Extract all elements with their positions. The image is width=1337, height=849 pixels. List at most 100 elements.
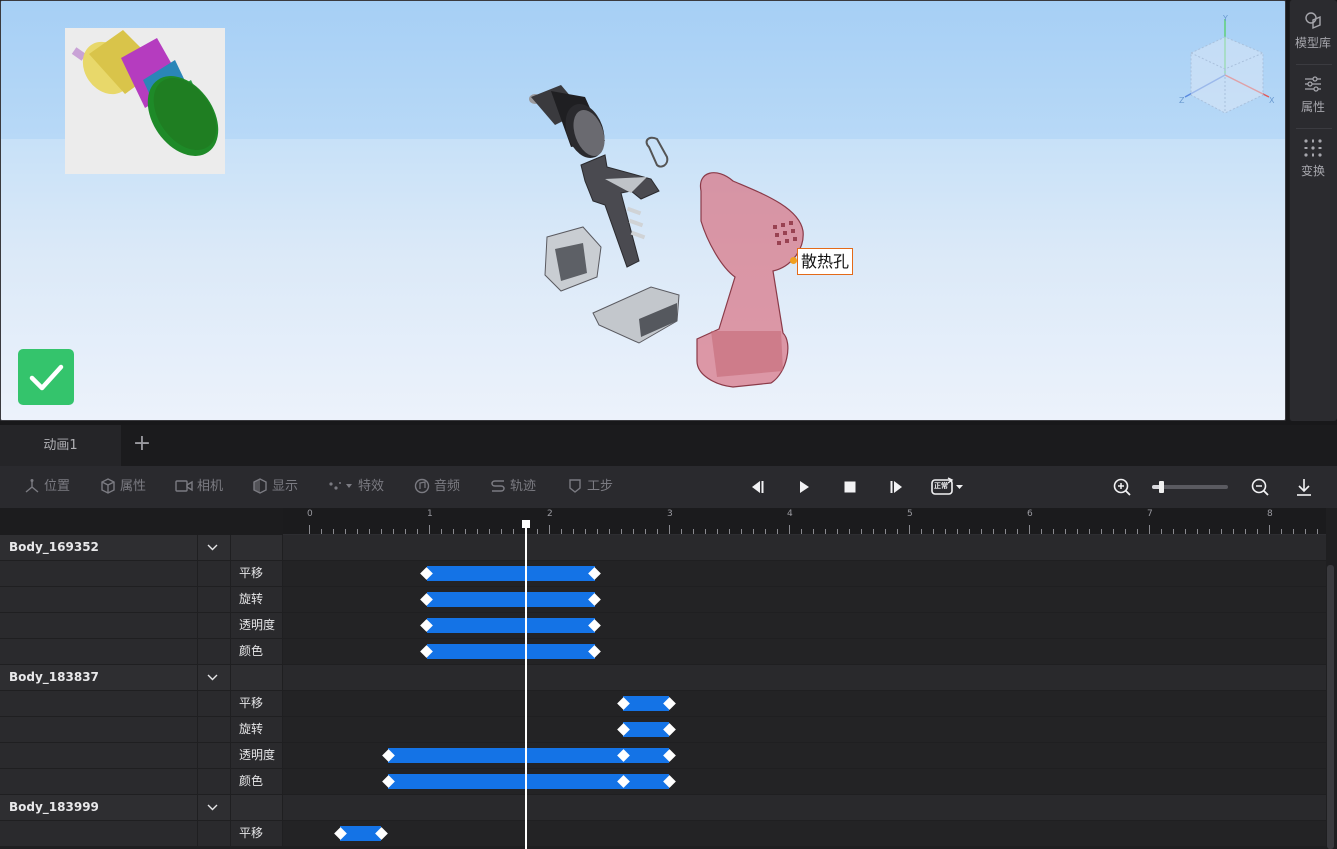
dock-item-label: 属性 bbox=[1300, 100, 1325, 114]
next-frame-button[interactable] bbox=[884, 476, 908, 498]
ruler-tick bbox=[429, 525, 430, 534]
ruler-tick bbox=[1185, 529, 1186, 534]
timeline-track-row[interactable]: 透明度 bbox=[0, 613, 1326, 639]
tool-display[interactable]: 显示 bbox=[252, 466, 298, 508]
ruler-label: 1 bbox=[427, 509, 433, 519]
tab-animation-1[interactable]: 动画1 bbox=[0, 425, 121, 466]
ruler-tick bbox=[633, 529, 634, 534]
display-icon bbox=[253, 478, 267, 494]
exploded-drill-model[interactable] bbox=[521, 81, 821, 401]
tool-label: 轨迹 bbox=[510, 479, 537, 494]
playhead-handle[interactable] bbox=[522, 520, 531, 528]
timeline-track-row[interactable]: 旋转 bbox=[0, 587, 1326, 613]
keyframe-track[interactable] bbox=[283, 613, 1326, 638]
ruler-tick bbox=[321, 529, 322, 534]
timeline-track-row[interactable]: 平移 bbox=[0, 821, 1326, 847]
keyframe-span-bar[interactable] bbox=[426, 566, 595, 581]
tool-properties[interactable]: 属性 bbox=[100, 466, 146, 508]
keyframe-span-bar[interactable] bbox=[426, 644, 595, 659]
track-property-label: 透明度 bbox=[231, 743, 282, 768]
timeline-group-row[interactable]: Body_183837 bbox=[0, 665, 1326, 691]
tool-effects[interactable]: 特效 bbox=[328, 466, 384, 508]
annotation-anchor bbox=[790, 257, 797, 264]
add-tab-button[interactable]: + bbox=[131, 433, 153, 457]
group-collapse-toggle[interactable] bbox=[198, 535, 230, 560]
keyframe-track[interactable] bbox=[283, 587, 1326, 612]
group-collapse-toggle[interactable] bbox=[198, 665, 230, 690]
play-button[interactable] bbox=[792, 476, 816, 498]
timeline-group-row[interactable]: Body_169352 bbox=[0, 535, 1326, 561]
playhead-line[interactable] bbox=[525, 522, 528, 849]
track-object-cell bbox=[0, 639, 197, 664]
track-property-label: 透明度 bbox=[231, 613, 282, 638]
ruler-tick bbox=[1209, 529, 1210, 534]
ruler-tick bbox=[753, 529, 754, 534]
ruler-tick bbox=[705, 529, 706, 534]
ruler-tick bbox=[369, 529, 370, 534]
ruler-tick bbox=[573, 529, 574, 534]
tool-camera[interactable]: 相机 bbox=[175, 466, 223, 508]
timeline-track-row[interactable]: 颜色 bbox=[0, 639, 1326, 665]
ruler-tick bbox=[1041, 529, 1042, 534]
playback-mode-dropdown[interactable]: 正常 bbox=[930, 476, 966, 498]
group-collapse-toggle[interactable] bbox=[198, 795, 230, 820]
tool-step[interactable]: 工步 bbox=[567, 466, 613, 508]
timeline-scrollbar-thumb[interactable] bbox=[1327, 565, 1334, 849]
time-ruler[interactable]: 0 1 2 3 4 5 6 7 8 bbox=[283, 508, 1326, 535]
timeline-track-row[interactable]: 平移 bbox=[0, 561, 1326, 587]
ruler-tick bbox=[513, 529, 514, 534]
cube-icon bbox=[101, 478, 115, 494]
confirm-button[interactable] bbox=[18, 349, 74, 405]
orientation-gizmo[interactable]: Y X Z bbox=[1177, 13, 1277, 113]
keyframe-track[interactable] bbox=[283, 743, 1326, 768]
keyframe-span-bar[interactable] bbox=[426, 618, 595, 633]
ruler-tick bbox=[981, 529, 982, 534]
zoom-in-button[interactable] bbox=[1110, 476, 1134, 498]
group-track[interactable] bbox=[283, 795, 1326, 820]
group-track[interactable] bbox=[283, 665, 1326, 690]
tool-position[interactable]: 位置 bbox=[24, 466, 70, 508]
prev-frame-button[interactable] bbox=[746, 476, 770, 498]
timeline-zoom-slider[interactable] bbox=[1152, 481, 1228, 493]
keyframe-track[interactable] bbox=[283, 821, 1326, 846]
ruler-tick bbox=[1161, 529, 1162, 534]
ruler-tick bbox=[405, 529, 406, 534]
tool-track[interactable]: 轨迹 bbox=[490, 466, 536, 508]
group-track[interactable] bbox=[283, 535, 1326, 560]
annotation-label[interactable]: 散热孔 bbox=[797, 248, 854, 275]
dock-model-library[interactable]: 模型库 bbox=[1290, 0, 1336, 62]
keyframe-track[interactable] bbox=[283, 561, 1326, 586]
audio-icon bbox=[414, 478, 430, 494]
keyframe-track[interactable] bbox=[283, 691, 1326, 716]
tool-audio[interactable]: 音频 bbox=[414, 466, 460, 508]
ruler-tick bbox=[1053, 529, 1054, 534]
keyframe-track[interactable] bbox=[283, 769, 1326, 794]
track-object-cell bbox=[0, 613, 197, 638]
timeline-track-row[interactable]: 旋转 bbox=[0, 717, 1326, 743]
download-button[interactable] bbox=[1292, 476, 1316, 498]
stop-button[interactable] bbox=[838, 476, 862, 498]
3d-viewport[interactable]: 散热孔 Y X Z bbox=[0, 0, 1286, 421]
object-name: Body_183837 bbox=[0, 665, 197, 690]
camera-icon bbox=[175, 480, 193, 492]
track-property-label: 平移 bbox=[231, 561, 282, 586]
keyframe-span-bar[interactable] bbox=[426, 592, 595, 607]
dock-properties[interactable]: 属性 bbox=[1290, 64, 1336, 126]
dock-transform[interactable]: 变换 bbox=[1290, 128, 1336, 190]
ruler-tick bbox=[885, 529, 886, 534]
ruler-tick bbox=[909, 525, 910, 534]
zoom-slider-handle[interactable] bbox=[1159, 481, 1165, 493]
zoom-out-button[interactable] bbox=[1248, 476, 1272, 498]
track-toggle-cell bbox=[198, 821, 230, 846]
dock-item-label: 变换 bbox=[1300, 164, 1325, 178]
timeline-track-row[interactable]: 颜色 bbox=[0, 769, 1326, 795]
timeline-track-row[interactable]: 平移 bbox=[0, 691, 1326, 717]
keyframe-track[interactable] bbox=[283, 717, 1326, 742]
ruler-tick bbox=[1101, 529, 1102, 534]
timeline-track-row[interactable]: 透明度 bbox=[0, 743, 1326, 769]
ruler-label: 4 bbox=[787, 509, 793, 519]
timeline-group-row[interactable]: Body_183999 bbox=[0, 795, 1326, 821]
ruler-tick bbox=[537, 529, 538, 534]
keyframe-track[interactable] bbox=[283, 639, 1326, 664]
ruler-tick bbox=[1305, 529, 1306, 534]
